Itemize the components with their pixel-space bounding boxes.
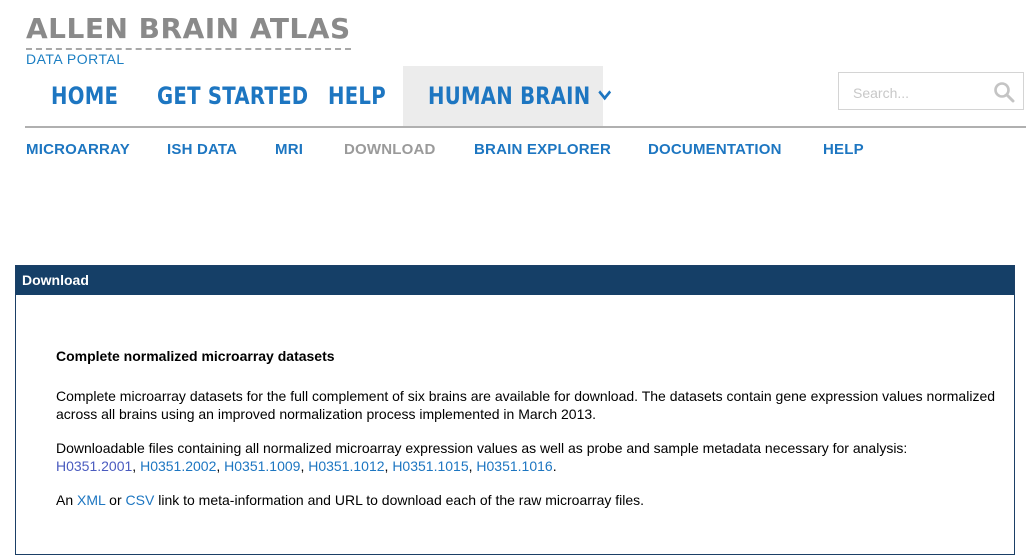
nav-help[interactable]: HELP (328, 66, 386, 126)
separator: , (132, 458, 141, 474)
file-link[interactable]: H0351.1012 (308, 458, 384, 474)
subnav-brain-explorer[interactable]: BRAIN EXPLORER (474, 141, 611, 158)
meta-text-prefix: An (56, 492, 78, 508)
meta-paragraph: An XML or CSV link to meta-information a… (56, 491, 996, 509)
description-paragraph: Complete microarray datasets for the ful… (56, 388, 996, 422)
meta-text-suffix: link to meta-information and URL to down… (154, 492, 645, 508)
panel-body: Complete normalized microarray datasets … (56, 347, 996, 525)
period: . (552, 458, 557, 474)
file-link[interactable]: H0351.1009 (224, 458, 300, 474)
nav-get-started[interactable]: GET STARTED (157, 66, 308, 126)
nav-divider (25, 126, 1026, 128)
subnav-help[interactable]: HELP (823, 141, 864, 158)
search-input[interactable] (851, 81, 995, 105)
chevron-down-icon (598, 84, 612, 101)
download-panel: Download Complete normalized microarray … (15, 265, 1015, 555)
section-heading: Complete normalized microarray datasets (56, 348, 335, 364)
site-logo[interactable]: ALLEN BRAIN ATLAS DATA PORTAL (26, 12, 351, 67)
file-link[interactable]: H0351.1015 (392, 458, 468, 474)
nav-human-brain-label: HUMAN BRAIN (428, 82, 591, 110)
subnav-documentation[interactable]: DOCUMENTATION (648, 141, 782, 158)
files-paragraph: Downloadable files containing all normal… (56, 439, 996, 475)
file-link[interactable]: H0351.1016 (476, 458, 552, 474)
file-link[interactable]: H0351.2001 (56, 458, 132, 474)
meta-text-mid: or (105, 492, 126, 508)
csv-link[interactable]: CSV (126, 492, 155, 508)
subnav-mri[interactable]: MRI (275, 141, 303, 158)
panel-title: Download (16, 266, 1014, 295)
logo-subtitle: DATA PORTAL (26, 51, 125, 67)
files-intro: Downloadable files containing all normal… (56, 440, 908, 456)
separator: , (216, 458, 225, 474)
xml-link[interactable]: XML (77, 492, 105, 508)
logo-title: ALLEN BRAIN ATLAS (26, 12, 351, 50)
nav-human-brain[interactable]: HUMAN BRAIN (428, 66, 612, 126)
subnav-download: DOWNLOAD (344, 141, 436, 158)
subnav-ish-data[interactable]: ISH DATA (167, 141, 237, 158)
nav-home[interactable]: HOME (51, 66, 118, 126)
search-icon[interactable] (993, 81, 1015, 103)
search-box (838, 72, 1024, 110)
subnav-microarray[interactable]: MICROARRAY (26, 141, 130, 158)
file-link[interactable]: H0351.2002 (140, 458, 216, 474)
